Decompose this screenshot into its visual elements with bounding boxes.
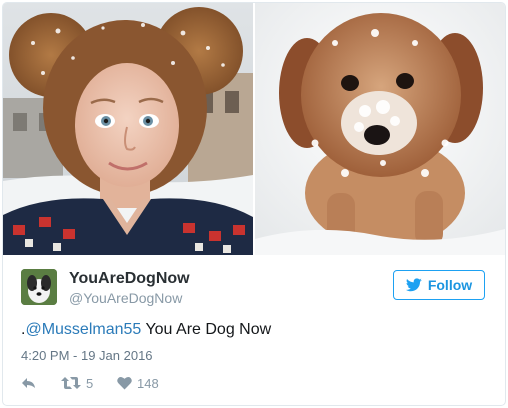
mention-link[interactable]: @Musselman55	[25, 321, 141, 338]
tweet-text: .@Musselman55 You Are Dog Now	[21, 321, 271, 339]
avatar[interactable]	[21, 269, 57, 305]
like-button[interactable]: 148	[117, 374, 159, 392]
user-handle[interactable]: @YouAreDogNow	[69, 290, 182, 306]
retweet-count: 5	[86, 375, 94, 391]
follow-button[interactable]: Follow	[393, 270, 485, 300]
dog-photo[interactable]	[255, 3, 505, 255]
twitter-bird-icon	[405, 278, 422, 292]
reply-arrow-icon	[21, 376, 37, 390]
display-name[interactable]: YouAreDogNow	[69, 270, 190, 288]
follow-label: Follow	[427, 277, 473, 293]
retweet-icon	[61, 376, 81, 390]
heart-icon	[117, 376, 132, 390]
like-count: 148	[137, 375, 159, 391]
tweet-card: YouAreDogNow @YouAreDogNow Follow .@Muss…	[2, 2, 506, 406]
tweet-header: YouAreDogNow @YouAreDogNow Follow	[21, 269, 491, 309]
tweet-timestamp[interactable]: 4:20 PM - 19 Jan 2016	[21, 348, 153, 363]
woman-photo[interactable]	[3, 3, 253, 255]
tweet-photos	[3, 3, 505, 255]
tweet-text-body: You Are Dog Now	[141, 321, 272, 338]
retweet-button[interactable]: 5	[61, 374, 93, 392]
reply-button[interactable]	[21, 374, 37, 392]
